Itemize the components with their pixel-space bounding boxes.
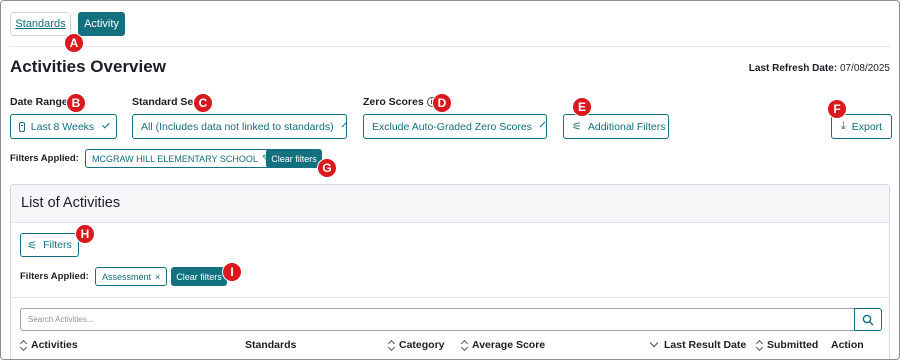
annotation-badge-h: H <box>75 224 95 244</box>
clear-filters-button[interactable]: Clear filters <box>266 149 322 168</box>
close-icon[interactable]: × <box>155 272 160 282</box>
calendar-icon <box>19 121 25 132</box>
standard-set-select[interactable]: All (Includes data not linked to standar… <box>132 114 347 139</box>
column-activities[interactable]: Activities <box>20 339 78 351</box>
sort-icon <box>20 340 27 350</box>
sort-descending-icon <box>649 338 659 348</box>
school-filter-chip-label: MCGRAW HILL ELEMENTARY SCHOOL <box>92 153 258 164</box>
additional-filters-button[interactable]: ⚟ Additional Filters <box>563 114 669 139</box>
column-action-label: Action <box>831 339 864 351</box>
annotation-badge-d: D <box>432 93 452 113</box>
column-submitted[interactable]: Submitted <box>756 339 818 351</box>
panel-divider <box>10 297 890 298</box>
column-activities-label: Activities <box>31 339 78 351</box>
last-refresh-label: Last Refresh Date: <box>748 63 838 74</box>
search-icon <box>862 314 874 325</box>
sliders-icon: ⚟ <box>572 121 582 133</box>
column-submitted-label: Submitted <box>767 339 819 351</box>
annotation-badge-e: E <box>572 97 592 117</box>
annotation-badge-c: C <box>193 93 213 113</box>
zero-scores-label-group: Zero Scores i <box>363 96 437 108</box>
annotation-badge-a: A <box>64 33 84 53</box>
activities-list-title: List of Activities <box>21 195 121 211</box>
tab-activity[interactable]: Activity <box>78 12 125 36</box>
column-last-result-date[interactable]: Last Result Date <box>649 338 747 351</box>
date-range-value: Last 8 Weeks <box>30 120 95 133</box>
search-input[interactable]: Search Activities... <box>20 308 855 331</box>
list-filters-applied-label: Filters Applied: <box>20 271 89 282</box>
date-range-select[interactable]: Last 8 Weeks <box>10 114 117 139</box>
annotation-badge-b: B <box>66 93 86 113</box>
sort-icon <box>388 340 395 350</box>
list-filters-button[interactable]: ⚟ Filters <box>20 233 79 257</box>
zero-scores-value: Exclude Auto-Graded Zero Scores <box>372 120 532 133</box>
search-button[interactable] <box>854 308 882 331</box>
header-divider <box>10 46 890 47</box>
chevron-down-icon <box>539 121 546 128</box>
zero-scores-select[interactable]: Exclude Auto-Graded Zero Scores <box>363 114 547 139</box>
assessment-filter-chip[interactable]: Assessment × <box>95 267 168 286</box>
sort-icon <box>756 340 763 350</box>
annotation-badge-g: G <box>317 158 337 178</box>
sort-icon <box>461 340 468 350</box>
annotation-badge-f: F <box>827 99 847 119</box>
tab-standards[interactable]: Standards <box>10 12 71 36</box>
list-clear-filters-button[interactable]: Clear filters <box>171 267 227 286</box>
column-action: Action <box>831 339 864 351</box>
annotation-badge-i: I <box>222 262 242 282</box>
column-category-label: Category <box>399 339 445 351</box>
column-average-score-label: Average Score <box>472 339 546 351</box>
column-average-score[interactable]: Average Score <box>461 339 545 351</box>
download-icon: ⤓ <box>840 120 846 132</box>
column-last-result-date-label: Last Result Date <box>664 339 747 351</box>
assessment-filter-chip-label: Assessment <box>102 271 152 282</box>
chevron-down-icon <box>341 121 347 128</box>
standard-set-value: All (Includes data not linked to standar… <box>141 120 334 133</box>
last-refresh: Last Refresh Date: 07/08/2025 <box>749 63 890 74</box>
sliders-icon: ⚟ <box>27 239 38 252</box>
app-frame: Standards Activity A Activities Overview… <box>0 0 900 360</box>
zero-scores-label: Zero Scores <box>363 96 424 108</box>
column-category[interactable]: Category <box>388 339 445 351</box>
export-label: Export <box>851 120 883 133</box>
school-filter-chip[interactable]: MCGRAW HILL ELEMENTARY SCHOOL ✎ <box>85 149 277 168</box>
date-range-label: Date Range <box>10 96 68 108</box>
filters-applied-label: Filters Applied: <box>10 153 79 164</box>
page-title: Activities Overview <box>10 57 166 76</box>
additional-filters-label: Additional Filters <box>587 120 666 133</box>
column-standards-label: Standards <box>245 339 297 351</box>
chevron-down-icon <box>102 120 110 129</box>
standard-set-label: Standard Set <box>132 96 197 108</box>
last-refresh-value: 07/08/2025 <box>839 63 890 74</box>
column-standards: Standards <box>245 339 296 351</box>
activities-list-header: List of Activities <box>11 185 889 223</box>
list-filters-label: Filters <box>43 239 72 251</box>
